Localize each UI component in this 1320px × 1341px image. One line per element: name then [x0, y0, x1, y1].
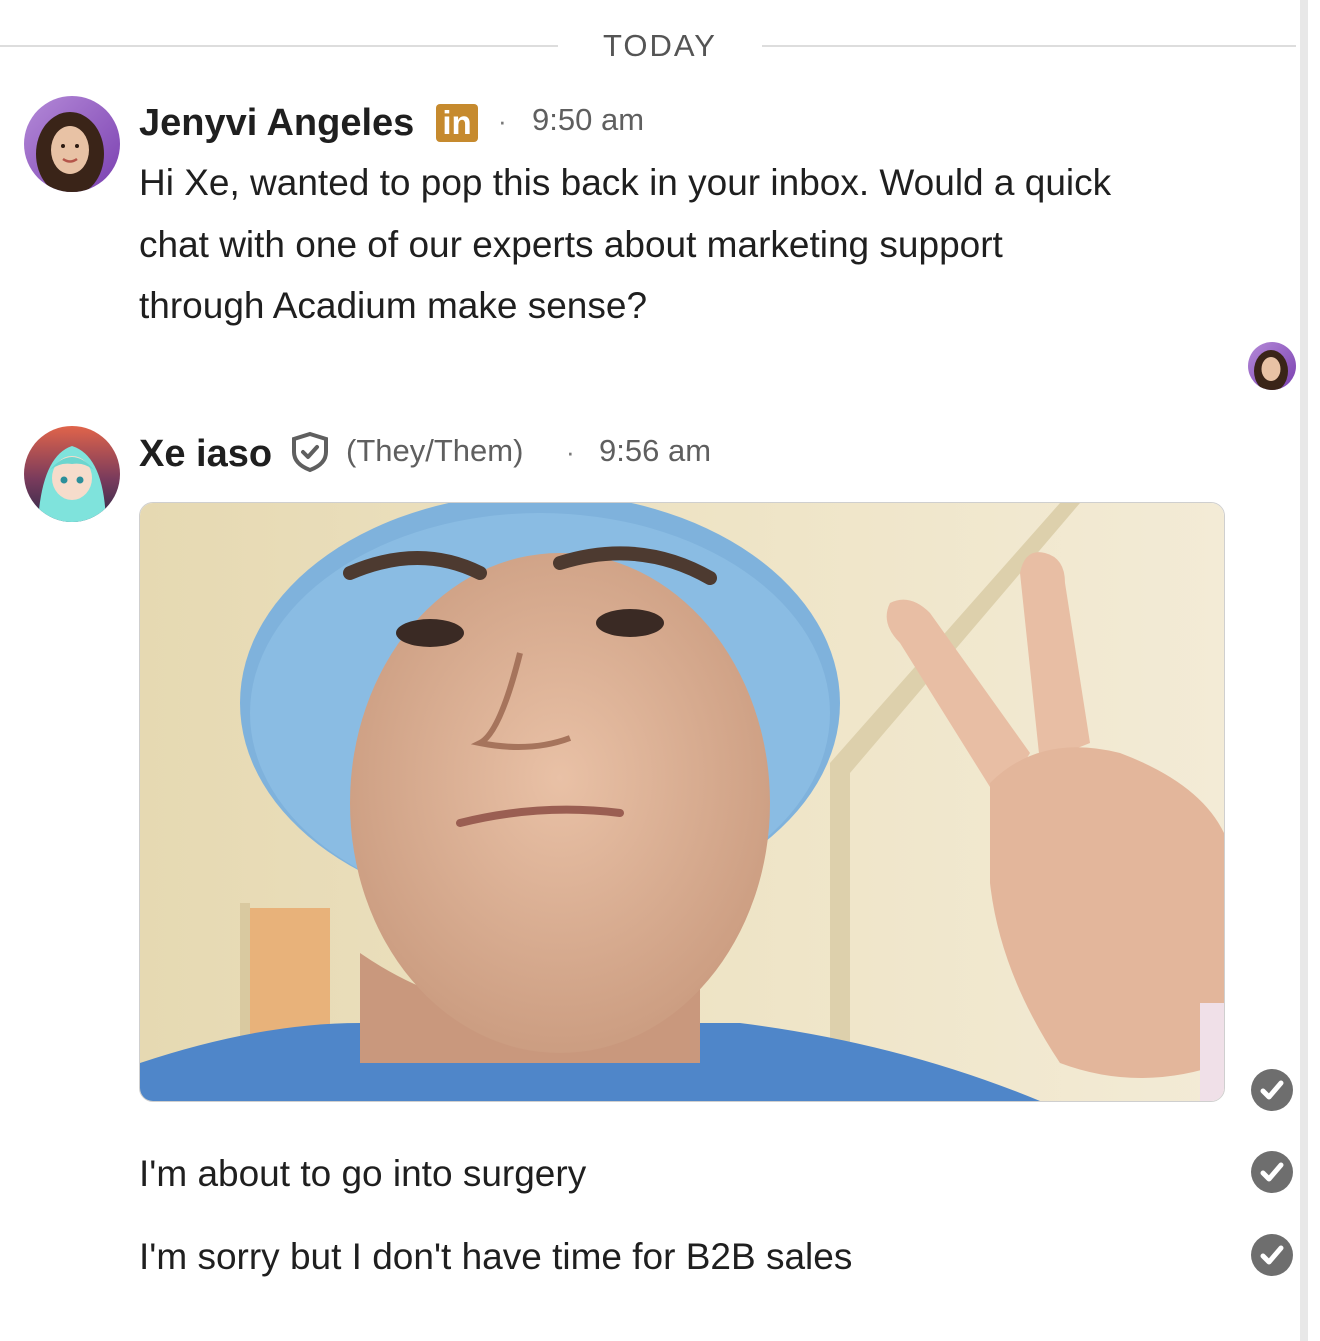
read-receipt-checkmark-icon — [1251, 1151, 1293, 1193]
linkedin-icon: in — [436, 104, 478, 142]
message-text: I'm about to go into surgery — [139, 1153, 587, 1194]
date-divider-label: TODAY — [603, 28, 717, 63]
verified-shield-icon — [288, 430, 332, 474]
message-text: I'm sorry but I don't have time for B2B … — [139, 1236, 853, 1277]
date-divider-line-right — [762, 45, 1296, 47]
meta-separator: · — [498, 106, 507, 136]
image-attachment[interactable] — [139, 502, 1225, 1102]
message-text-line: Hi Xe, wanted to pop this back in your i… — [139, 162, 1112, 203]
message-timestamp: 9:56 am — [599, 433, 712, 468]
sender-pronouns: (They/Them) — [346, 433, 524, 468]
read-receipt-checkmark-icon — [1251, 1069, 1293, 1111]
date-divider-line-left — [0, 45, 558, 47]
message-timestamp: 9:50 am — [532, 102, 645, 137]
sender-name-xe[interactable]: Xe iaso — [139, 433, 272, 476]
avatar-jenyvi[interactable] — [24, 96, 120, 192]
seen-by-avatar — [1248, 342, 1296, 390]
scrollbar[interactable] — [1300, 0, 1308, 1341]
meta-separator: · — [566, 437, 575, 467]
message-text-line: through Acadium make sense? — [139, 285, 648, 326]
sender-name-jenyvi[interactable]: Jenyvi Angeles — [139, 102, 414, 145]
message-text-line: chat with one of our experts about marke… — [139, 224, 1003, 265]
read-receipt-checkmark-icon — [1251, 1234, 1293, 1276]
avatar-xe[interactable] — [24, 426, 120, 522]
